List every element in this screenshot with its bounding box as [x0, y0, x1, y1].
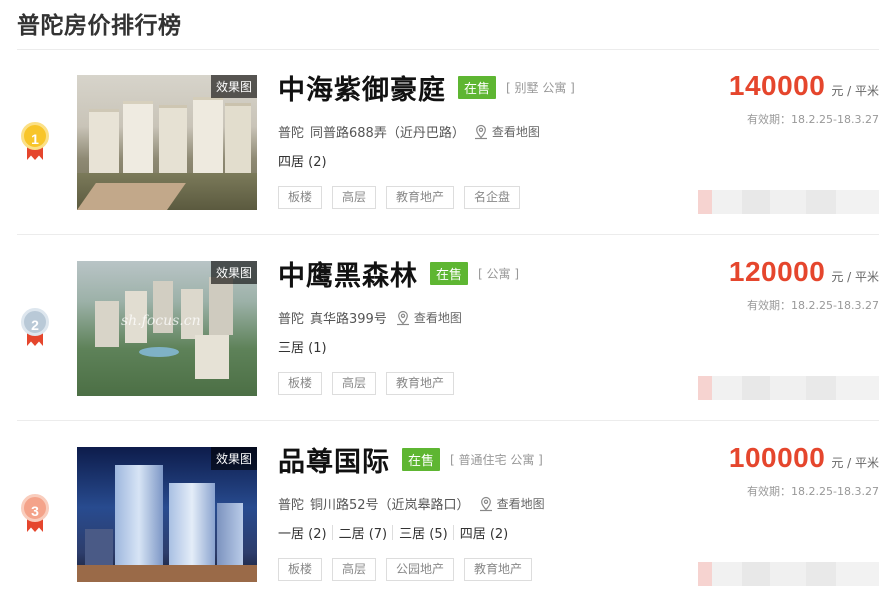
price-unit: 元 / 平米 — [831, 84, 879, 98]
map-pin-icon — [474, 124, 487, 139]
blurred-contact — [698, 562, 879, 586]
rank-medal-icon: 1 — [21, 122, 49, 166]
district-label: 普陀 — [278, 126, 305, 141]
blurred-contact — [698, 376, 879, 400]
image-type-badge: 效果图 — [210, 75, 257, 98]
feature-tag: 高层 — [332, 186, 377, 209]
room-count[interactable]: 三居 (1) — [278, 337, 327, 356]
listing-name[interactable]: 中鹰黑森林 — [278, 254, 418, 293]
price-unit: 元 / 平米 — [831, 270, 879, 284]
room-count[interactable]: 四居 (2) — [278, 151, 327, 170]
feature-tag: 板楼 — [278, 558, 323, 581]
status-badge: 在售 — [430, 261, 469, 285]
room-count[interactable]: 二居 (7) — [339, 523, 388, 542]
validity-period: 有效期：18.2.25-18.3.27 — [747, 485, 879, 498]
property-types: [ 普通住宅 公寓 ] — [450, 452, 543, 467]
room-separator — [452, 525, 454, 540]
feature-tag: 公园地产 — [386, 558, 455, 581]
view-map-label: 查看地图 — [496, 497, 545, 511]
room-separator — [331, 525, 333, 540]
feature-tag: 高层 — [332, 372, 377, 395]
property-types: [ 公寓 ] — [478, 266, 520, 281]
district-label: 普陀 — [278, 312, 305, 327]
feature-tag: 教育地产 — [386, 186, 455, 209]
status-badge: 在售 — [402, 447, 441, 471]
view-map-label: 查看地图 — [491, 125, 540, 139]
room-separator — [392, 525, 394, 540]
price-value: 120000 — [728, 256, 826, 287]
image-type-badge: 效果图 — [210, 447, 257, 470]
map-pin-icon — [396, 310, 409, 325]
status-badge: 在售 — [458, 75, 497, 99]
view-map-label: 查看地图 — [413, 311, 462, 325]
address-text: 同普路688弄（近丹巴路） — [310, 126, 465, 141]
listing-name[interactable]: 品尊国际 — [278, 440, 390, 479]
listing-image[interactable]: sh.focus.cn 效果图 — [77, 261, 257, 396]
room-count[interactable]: 四居 (2) — [460, 523, 509, 542]
image-watermark: sh.focus.cn — [121, 313, 201, 329]
price-value: 140000 — [728, 70, 826, 101]
image-type-badge: 效果图 — [210, 261, 257, 284]
view-map-link[interactable]: 查看地图 — [478, 495, 545, 512]
view-map-link[interactable]: 查看地图 — [473, 123, 540, 140]
district-label: 普陀 — [278, 498, 305, 513]
rank-number: 2 — [21, 308, 49, 336]
listing-image[interactable]: 效果图 — [77, 75, 257, 210]
rank-medal-icon: 2 — [21, 308, 49, 352]
listing-image[interactable]: 效果图 — [77, 447, 257, 582]
listing-name[interactable]: 中海紫御豪庭 — [278, 68, 446, 107]
listing-divider — [17, 420, 879, 421]
listing-card: 1 效果图 中海紫御豪庭 在售 [ 别墅 公寓 ] 普陀 同普路688弄（近丹巴… — [17, 50, 879, 235]
feature-tag: 教育地产 — [386, 372, 455, 395]
feature-tag: 名企盘 — [464, 186, 521, 209]
room-count[interactable]: 三居 (5) — [399, 523, 448, 542]
rank-number: 3 — [21, 494, 49, 522]
view-map-link[interactable]: 查看地图 — [395, 309, 462, 326]
page-title: 普陀房价排行榜 — [17, 13, 182, 39]
address-text: 铜川路52号（近岚皋路口） — [310, 498, 470, 513]
rank-number: 1 — [21, 122, 49, 150]
room-count[interactable]: 一居 (2) — [278, 523, 327, 542]
blurred-contact — [698, 190, 879, 214]
address-text: 真华路399号 — [310, 312, 387, 327]
price-unit: 元 / 平米 — [831, 456, 879, 470]
validity-period: 有效期：18.2.25-18.3.27 — [747, 113, 879, 126]
price-value: 100000 — [728, 442, 826, 473]
feature-tag: 教育地产 — [464, 558, 533, 581]
map-pin-icon — [479, 496, 492, 511]
listing-card: 2 sh.focus.cn 效果图 中鹰黑森林 在售 [ 公寓 ] 普陀 真华路… — [17, 236, 879, 421]
validity-period: 有效期：18.2.25-18.3.27 — [747, 299, 879, 312]
rank-medal-icon: 3 — [21, 494, 49, 538]
property-types: [ 别墅 公寓 ] — [506, 80, 575, 95]
feature-tag: 高层 — [332, 558, 377, 581]
feature-tag: 板楼 — [278, 372, 323, 395]
feature-tag: 板楼 — [278, 186, 323, 209]
listing-card: 3 效果图 品尊国际 在售 [ 普通住宅 公寓 ] 普陀 铜川路52号（近岚皋路… — [17, 422, 879, 595]
listing-divider — [17, 234, 879, 235]
